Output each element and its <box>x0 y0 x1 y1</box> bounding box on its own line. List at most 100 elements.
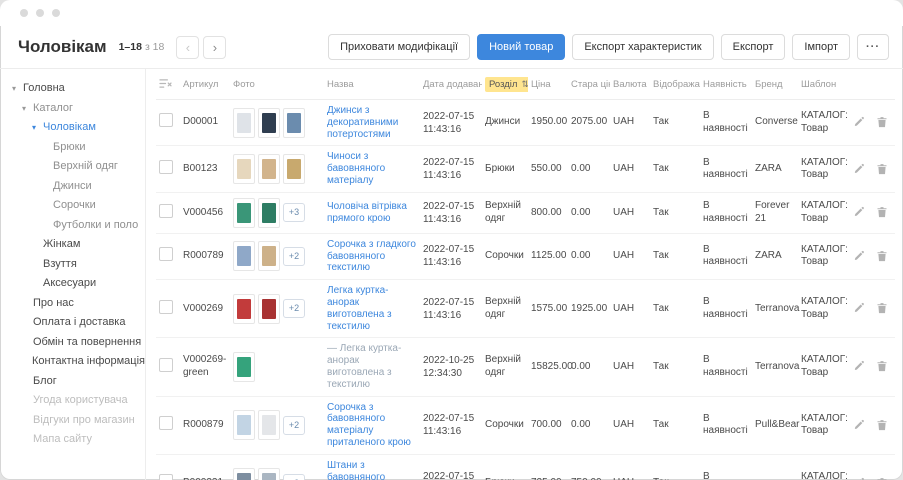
column-header-photo[interactable]: Фото <box>230 69 324 100</box>
column-header-name[interactable]: Назва <box>324 69 420 100</box>
column-header-template[interactable]: Шаблон <box>798 69 850 100</box>
edit-icon[interactable] <box>853 360 865 372</box>
row-checkbox[interactable] <box>159 416 173 430</box>
product-name-link[interactable]: Чиноси з бавовняного матеріалу <box>327 151 417 186</box>
product-photo[interactable] <box>283 154 305 184</box>
delete-icon[interactable] <box>876 163 888 175</box>
export-button[interactable]: Експорт <box>721 34 786 60</box>
sidebar-item[interactable]: Жінкам <box>0 235 145 255</box>
column-header-old-price[interactable]: Стара ціна <box>568 69 610 100</box>
more-photos-badge[interactable]: +2 <box>283 474 305 480</box>
pagination-next-button[interactable]: › <box>203 36 226 59</box>
export-characteristics-button[interactable]: Експорт характеристик <box>572 34 713 60</box>
row-checkbox[interactable] <box>159 358 173 372</box>
sidebar-item[interactable]: Контактна інформація <box>0 352 145 372</box>
product-name-link[interactable]: — Легка куртка-анорак виготовлена з текс… <box>327 343 417 390</box>
column-header-sku[interactable]: Артикул <box>180 69 230 100</box>
product-name-link[interactable]: Чоловіча вітрівка прямого крою <box>327 201 417 225</box>
sidebar-item[interactable]: Верхній одяг <box>0 157 145 177</box>
sidebar-item[interactable]: ▾Головна <box>0 79 145 99</box>
date-added-time: 12:34:30 <box>423 367 479 380</box>
product-photo[interactable] <box>258 198 280 228</box>
product-photo[interactable] <box>258 468 280 480</box>
edit-icon[interactable] <box>853 163 865 175</box>
delete-icon[interactable] <box>876 302 888 314</box>
product-photo[interactable] <box>258 154 280 184</box>
delete-icon[interactable] <box>876 419 888 431</box>
edit-icon[interactable] <box>853 206 865 218</box>
product-photo[interactable] <box>258 294 280 324</box>
chevron-down-icon[interactable]: ▾ <box>12 79 20 99</box>
chevron-down-icon[interactable]: ▾ <box>22 99 30 119</box>
sidebar-item[interactable]: Оплата і доставка <box>0 313 145 333</box>
row-checkbox[interactable] <box>159 160 173 174</box>
edit-icon[interactable] <box>853 250 865 262</box>
sort-direction-icon[interactable]: ⇅ <box>521 79 528 90</box>
sidebar-item[interactable]: Брюки <box>0 138 145 158</box>
product-photo[interactable] <box>283 108 305 138</box>
edit-icon[interactable] <box>853 302 865 314</box>
product-photo[interactable] <box>233 198 255 228</box>
window-control-maximize-icon[interactable] <box>52 9 60 17</box>
sidebar-item[interactable]: ▾Каталог <box>0 99 145 119</box>
column-header-date[interactable]: Дата додавання <box>420 69 482 100</box>
column-header-display[interactable]: Відображати <box>650 69 700 100</box>
row-checkbox[interactable] <box>159 474 173 480</box>
sort-reset-icon[interactable] <box>159 78 172 92</box>
import-button[interactable]: Імпорт <box>792 34 850 60</box>
row-checkbox[interactable] <box>159 300 173 314</box>
sidebar-item[interactable]: Угода користувача <box>0 391 145 411</box>
product-name-link[interactable]: Сорочка з гладкого бавовняного текстилю <box>327 239 417 274</box>
product-photo[interactable] <box>233 352 255 382</box>
edit-icon[interactable] <box>853 419 865 431</box>
delete-icon[interactable] <box>876 250 888 262</box>
more-photos-badge[interactable]: +2 <box>283 247 305 266</box>
row-checkbox[interactable] <box>159 113 173 127</box>
product-photo[interactable] <box>233 294 255 324</box>
new-product-button[interactable]: Новий товар <box>477 34 565 60</box>
sidebar-item[interactable]: Джинси <box>0 177 145 197</box>
column-header-price[interactable]: Ціна <box>528 69 568 100</box>
sidebar-item[interactable]: Футболки и поло <box>0 216 145 236</box>
product-photo[interactable] <box>233 154 255 184</box>
product-photo[interactable] <box>258 108 280 138</box>
active-sort-column[interactable]: Розділ ⇅ <box>485 77 528 92</box>
column-header-availability[interactable]: Наявність <box>700 69 752 100</box>
hide-modifications-button[interactable]: Приховати модифікації <box>328 34 470 60</box>
column-header-brand[interactable]: Бренд <box>752 69 798 100</box>
sidebar-item[interactable]: ▾Чоловікам <box>0 118 145 138</box>
more-options-button[interactable]: ··· <box>857 34 889 60</box>
more-photos-badge[interactable]: +2 <box>283 416 305 435</box>
sidebar-item[interactable]: Сорочки <box>0 196 145 216</box>
product-photo[interactable] <box>233 410 255 440</box>
product-photo[interactable] <box>233 468 255 480</box>
window-control-close-icon[interactable] <box>20 9 28 17</box>
product-photo[interactable] <box>258 410 280 440</box>
sidebar-item[interactable]: Блог <box>0 372 145 392</box>
sidebar-item[interactable]: Відгуки про магазин <box>0 411 145 431</box>
product-name-link[interactable]: Сорочка з бавовняного матеріалу притален… <box>327 402 417 449</box>
delete-icon[interactable] <box>876 206 888 218</box>
edit-icon[interactable] <box>853 116 865 128</box>
delete-icon[interactable] <box>876 116 888 128</box>
product-name-link[interactable]: Легка куртка-анорак виготовлена з тексти… <box>327 285 417 332</box>
product-photo[interactable] <box>233 241 255 271</box>
product-name-link[interactable]: Штани з бавовняного матеріалу прямого кр… <box>327 460 417 480</box>
pagination-prev-button[interactable]: ‹ <box>176 36 199 59</box>
row-checkbox[interactable] <box>159 204 173 218</box>
window-control-minimize-icon[interactable] <box>36 9 44 17</box>
product-name-link[interactable]: Джинси з декоративними потертостями <box>327 105 417 140</box>
row-checkbox[interactable] <box>159 247 173 261</box>
sidebar-item[interactable]: Мапа сайту <box>0 430 145 450</box>
sidebar-item[interactable]: Аксесуари <box>0 274 145 294</box>
column-header-currency[interactable]: Валюта <box>610 69 650 100</box>
delete-icon[interactable] <box>876 360 888 372</box>
sidebar-item[interactable]: Взуття <box>0 255 145 275</box>
product-photo[interactable] <box>258 241 280 271</box>
sidebar-item[interactable]: Обмін та повернення <box>0 333 145 353</box>
more-photos-badge[interactable]: +3 <box>283 203 305 222</box>
product-photo[interactable] <box>233 108 255 138</box>
more-photos-badge[interactable]: +2 <box>283 299 305 318</box>
chevron-down-icon[interactable]: ▾ <box>32 118 40 138</box>
sidebar-item[interactable]: Про нас <box>0 294 145 314</box>
